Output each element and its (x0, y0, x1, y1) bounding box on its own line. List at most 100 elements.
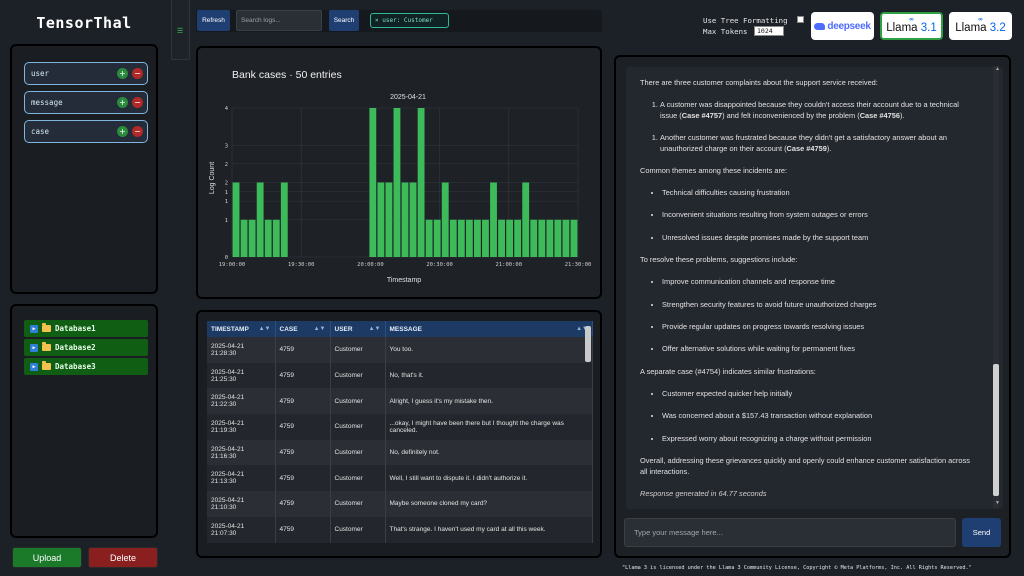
sort-icon[interactable]: ▲▼ (369, 326, 381, 332)
sort-icon[interactable]: ▲▼ (314, 326, 326, 332)
database-item-3[interactable]: ▶ Database3 (24, 358, 148, 375)
chart-bar[interactable] (449, 219, 457, 257)
table-row[interactable]: 2025-04-21 21:13:30 4759 Customer Well, I s… (207, 465, 593, 492)
database-item-1[interactable]: ▶ Database1 (24, 320, 148, 337)
search-button[interactable]: Search (329, 10, 359, 31)
suggestions-heading: To resolve these problems, suggestions i… (640, 255, 798, 265)
upload-button[interactable]: Upload (12, 547, 82, 568)
cell-user: Customer (330, 491, 386, 517)
refresh-button[interactable]: Refresh (197, 10, 230, 31)
y-tick-label: 4 (225, 106, 229, 112)
chart-bar[interactable] (417, 108, 425, 257)
chart-bar[interactable] (457, 219, 465, 257)
chart-bar[interactable] (401, 182, 409, 258)
column-header-timestamp[interactable]: TIMESTAMP ▲▼ (207, 321, 276, 337)
chart-bar[interactable] (369, 108, 377, 257)
plus-icon[interactable]: + (117, 97, 128, 108)
sidebar-handle[interactable]: ☰ (171, 0, 190, 60)
chart-bar[interactable] (425, 219, 433, 257)
scroll-down-icon[interactable]: ▼ (995, 500, 1000, 506)
table-row[interactable]: 2025-04-21 21:16:30 4759 Customer No, defin… (207, 439, 593, 466)
chart-subtitle: 2025-04-21 (390, 94, 426, 101)
y-tick-label: 2 (225, 181, 228, 187)
chart-bar[interactable] (538, 219, 546, 257)
chart-bar[interactable] (514, 219, 522, 257)
chart-bar[interactable] (546, 219, 554, 257)
chat-response: There are three customer complaints abou… (640, 77, 970, 509)
chart-bar[interactable] (554, 219, 562, 257)
chart-bar[interactable] (465, 219, 473, 257)
plus-icon[interactable]: + (117, 68, 128, 79)
chart-bar[interactable] (256, 182, 264, 258)
chat-scrollbar[interactable] (993, 66, 999, 508)
model-llama32-button[interactable]: ∞ Llama 3.2 (949, 12, 1012, 40)
plus-icon[interactable]: + (117, 126, 128, 137)
table-row[interactable]: 2025-04-21 21:19:30 4759 Customer ...okay, … (207, 414, 593, 440)
chart-bar[interactable] (473, 219, 481, 257)
column-header-user[interactable]: USER ▲▼ (330, 321, 386, 337)
separate-item: Was concerned about a $157.43 transactio… (662, 410, 970, 421)
chart-bar[interactable] (385, 182, 393, 258)
column-header-message[interactable]: MESSAGE ▲▼ (385, 321, 593, 337)
search-input[interactable] (236, 10, 322, 31)
drag-handle-icon[interactable]: ☰ (177, 27, 183, 35)
chart-bar[interactable] (498, 219, 505, 257)
play-icon[interactable]: ▶ (30, 343, 38, 352)
whale-icon (814, 22, 826, 30)
table-row[interactable]: 2025-04-21 21:07:30 4759 Customer That's st… (207, 516, 593, 543)
chart-bar[interactable] (240, 219, 248, 257)
chart-bar[interactable] (570, 219, 578, 257)
chart-bar[interactable] (393, 108, 401, 257)
chart-bar[interactable] (562, 219, 570, 257)
chart-bar[interactable] (264, 219, 272, 257)
table-row[interactable]: 2025-04-21 21:22:30 4759 Customer Alright, … (207, 388, 593, 415)
play-icon[interactable]: ▶ (30, 324, 38, 333)
chart-bar[interactable] (280, 182, 288, 258)
field-item-case[interactable]: case + − (24, 120, 148, 143)
log-table-panel: TIMESTAMP ▲▼ CASE ▲▼ USER ▲▼ MESSAGE ▲▼ 2025… (196, 310, 602, 558)
table-row[interactable]: 2025-04-21 21:10:30 4759 Customer Maybe som… (207, 491, 593, 517)
delete-button[interactable]: Delete (88, 547, 158, 568)
chart-bar[interactable] (409, 182, 417, 258)
model-deepseek-button[interactable]: deepseek (811, 12, 874, 40)
table-row[interactable]: 2025-04-21 21:25:30 4759 Customer No, that'… (207, 362, 593, 389)
chart-bar[interactable] (377, 182, 385, 258)
cell-timestamp: 2025-04-21 21:16:30 (207, 439, 276, 466)
field-item-user[interactable]: user + − (24, 62, 148, 85)
chart-bar[interactable] (482, 219, 489, 257)
minus-icon[interactable]: − (132, 68, 143, 79)
tree-formatting-checkbox[interactable] (797, 16, 804, 23)
cell-message: No, that's it. (385, 362, 593, 389)
max-tokens-input[interactable]: 1024 (754, 26, 784, 36)
field-item-message[interactable]: message + − (24, 91, 148, 114)
chart-bar[interactable] (441, 182, 449, 258)
suggestions-list: Improve communication channels and respo… (662, 276, 970, 354)
model-llama31-button[interactable]: ∞ Llama 3.1 (880, 12, 943, 40)
chart-bar[interactable] (522, 182, 530, 258)
chart-title: Bank cases · 50 entries (232, 69, 342, 81)
table-row[interactable]: 2025-04-21 21:28:30 4759 Customer You too. (207, 337, 593, 363)
chart-bar[interactable] (490, 182, 497, 258)
chart-bar[interactable] (232, 182, 240, 258)
play-icon[interactable]: ▶ (30, 362, 38, 371)
table-scrollbar[interactable] (585, 326, 591, 362)
send-button[interactable]: Send (962, 518, 1001, 547)
chart-bar[interactable] (248, 219, 256, 257)
sort-icon[interactable]: ▲▼ (259, 326, 271, 332)
database-item-2[interactable]: ▶ Database2 (24, 339, 148, 356)
max-tokens-label: Max Tokens (703, 27, 748, 36)
column-header-case[interactable]: CASE ▲▼ (275, 321, 331, 337)
x-tick-label: 19:30:00 (288, 262, 315, 268)
chart-bar[interactable] (506, 219, 514, 257)
chart-bar[interactable] (272, 219, 280, 257)
chart-bar[interactable] (530, 219, 538, 257)
message-input[interactable] (624, 518, 956, 547)
themes-list: Technical difficulties causing frustrati… (662, 187, 970, 243)
minus-icon[interactable]: − (132, 126, 143, 137)
deepseek-logo: deepseek (814, 21, 871, 32)
chat-scroll-thumb[interactable] (993, 364, 999, 496)
minus-icon[interactable]: − (132, 97, 143, 108)
filter-chip[interactable]: × user: Customer (370, 13, 449, 28)
chart-bar[interactable] (433, 219, 441, 257)
scroll-up-icon[interactable]: ▲ (995, 66, 1000, 72)
